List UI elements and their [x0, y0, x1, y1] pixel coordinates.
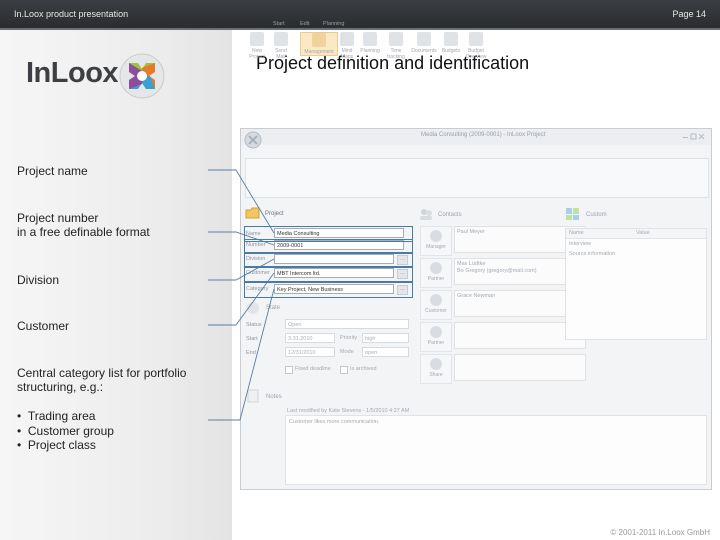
copyright: © 2001-2011 In.Loox GmbH [610, 528, 710, 537]
highlight-category [244, 282, 413, 298]
highlight-customer [244, 266, 413, 282]
